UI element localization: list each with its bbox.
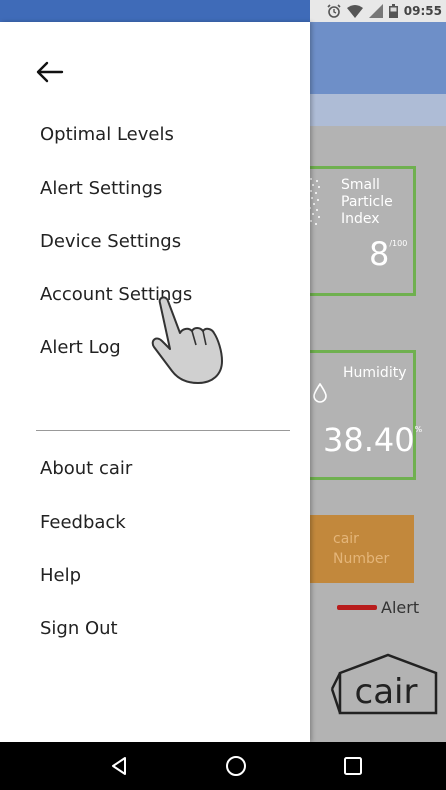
particles-icon: [309, 178, 320, 225]
small-particle-card: Small Particle Index 8/100: [298, 166, 416, 296]
pointing-hand-icon: [151, 296, 223, 384]
humidity-label: Humidity: [343, 365, 407, 381]
svg-text:cair: cair: [355, 672, 418, 712]
app-toolbar: [310, 22, 446, 94]
humidity-card: Humidity 38.40%: [298, 350, 422, 480]
tile-line: cair: [333, 531, 359, 547]
alarm-icon: [327, 4, 341, 18]
status-bar-drawer-segment: [0, 0, 310, 22]
menu-divider: [36, 430, 290, 431]
battery-icon: [388, 4, 398, 18]
system-nav-bar: [0, 742, 446, 790]
menu-item-about[interactable]: About cair: [40, 457, 132, 481]
alert-legend: Alert: [337, 598, 419, 617]
menu-item-optimal-levels[interactable]: Optimal Levels: [40, 123, 174, 147]
tile-line: Number: [333, 551, 390, 567]
menu-item-device-settings[interactable]: Device Settings: [40, 230, 181, 254]
water-drop-icon: [313, 383, 327, 403]
menu-item-alert-log[interactable]: Alert Log: [40, 336, 121, 360]
menu-item-alert-settings[interactable]: Alert Settings: [40, 177, 162, 201]
signal-icon: [368, 4, 383, 18]
cair-logo: cair: [330, 653, 438, 715]
alert-legend-swatch: [337, 605, 377, 610]
back-triangle-icon[interactable]: [107, 754, 131, 778]
humidity-value: 38.40%: [323, 421, 422, 459]
recents-square-icon[interactable]: [341, 754, 365, 778]
menu-item-help[interactable]: Help: [40, 564, 81, 588]
value-unit: %: [414, 425, 423, 434]
menu-item-sign-out[interactable]: Sign Out: [40, 617, 118, 641]
status-bar: 09:55: [0, 0, 446, 22]
small-particle-value: 8/100: [369, 235, 407, 273]
cair-number-tile: cair Number: [310, 515, 414, 583]
value-number: 8: [369, 235, 390, 273]
wifi-icon: [346, 5, 363, 18]
alert-legend-label: Alert: [381, 598, 420, 617]
value-number: 38.40: [323, 421, 415, 459]
home-circle-icon[interactable]: [224, 754, 248, 778]
status-time: 09:55: [403, 4, 442, 18]
menu-item-feedback[interactable]: Feedback: [40, 511, 126, 535]
app-subbar: [310, 94, 446, 126]
value-unit: /100: [389, 239, 408, 248]
back-arrow-icon[interactable]: [34, 57, 64, 87]
card-label-line: Index: [341, 211, 380, 227]
card-label-line: Small: [341, 177, 380, 193]
card-label-line: Particle: [341, 194, 393, 210]
status-icons: 09:55: [327, 2, 442, 20]
